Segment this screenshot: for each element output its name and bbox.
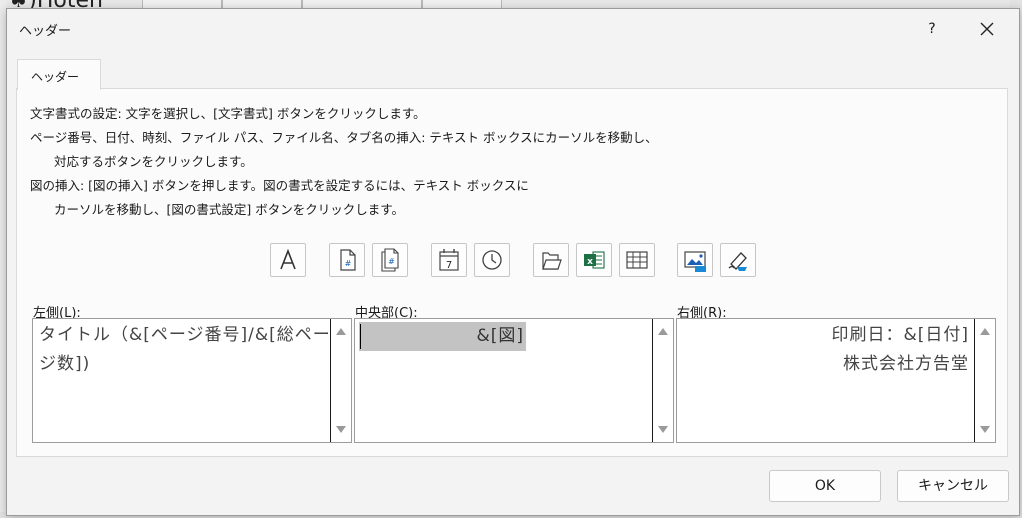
dialog-titlebar: ヘッダー ? xyxy=(7,9,1019,47)
right-section-line: 株式会社方告堂 xyxy=(843,354,969,374)
insert-file-path-button[interactable] xyxy=(533,243,569,277)
insert-page-number-icon: # xyxy=(340,249,356,271)
left-section-input[interactable]: タイトル（&[ページ番号]/&[総ペー ジ数]) xyxy=(32,318,352,443)
insert-file-name-icon: x xyxy=(584,251,605,269)
left-section-line: タイトル（&[ページ番号]/&[総ペー xyxy=(39,325,331,345)
insert-date-icon: 7 xyxy=(439,249,459,271)
instruction-line: ページ番号、日付、時刻、ファイル パス、ファイル名、タブ名の挿入: テキスト ボ… xyxy=(30,130,658,145)
format-text-icon xyxy=(280,248,296,270)
scroll-down-arrow-icon[interactable] xyxy=(980,426,990,433)
tab-header[interactable]: ヘッダー xyxy=(17,59,101,90)
right-section-line: 印刷日：&[日付] xyxy=(831,325,969,345)
svg-text:#: # xyxy=(345,259,352,268)
insert-time-icon xyxy=(482,250,502,270)
help-button[interactable]: ? xyxy=(922,19,942,39)
center-section-input[interactable]: &[図] xyxy=(354,318,674,443)
svg-text:#: # xyxy=(388,257,395,266)
scroll-up-arrow-icon[interactable] xyxy=(336,328,346,335)
text-cursor xyxy=(360,324,361,349)
left-section-text: タイトル（&[ページ番号]/&[総ペー ジ数]) xyxy=(39,321,331,379)
cancel-button[interactable]: キャンセル xyxy=(897,470,1009,502)
scroll-down-arrow-icon[interactable] xyxy=(658,426,668,433)
close-icon xyxy=(980,22,994,36)
selected-picture-field[interactable]: &[図] xyxy=(359,322,526,351)
header-panel: 文字書式の設定: 文字を選択し、[文字書式] ボタンをクリックします。 ページ番… xyxy=(16,88,1008,457)
svg-text:x: x xyxy=(587,257,593,267)
insert-picture-button[interactable] xyxy=(677,243,713,277)
right-section-scrollbar[interactable] xyxy=(974,319,995,442)
insert-file-path-icon xyxy=(542,252,562,270)
insert-sheet-name-button[interactable] xyxy=(619,243,655,277)
ok-button[interactable]: OK xyxy=(769,470,881,502)
scroll-down-arrow-icon[interactable] xyxy=(336,426,346,433)
format-text-button[interactable] xyxy=(270,243,306,277)
dialog-title: ヘッダー xyxy=(19,24,72,39)
instruction-line: カーソルを移動し、[図の書式設定] ボタンをクリックします。 xyxy=(54,202,404,217)
insert-page-number-button[interactable]: # xyxy=(329,243,365,277)
insert-number-of-pages-icon: # xyxy=(381,248,399,272)
center-section-scrollbar[interactable] xyxy=(652,319,673,442)
instruction-line: 文字書式の設定: 文字を選択し、[文字書式] ボタンをクリックします。 xyxy=(30,106,426,121)
format-picture-icon xyxy=(728,252,747,271)
tab-header-label: ヘッダー xyxy=(31,70,80,84)
left-section-scrollbar[interactable] xyxy=(330,319,351,442)
close-button[interactable] xyxy=(975,17,999,41)
insert-sheet-name-icon xyxy=(626,251,648,269)
instruction-line: 図の挿入: [図の挿入] ボタンを押します。図の書式を設定するには、テキスト ボ… xyxy=(30,178,529,193)
scroll-up-arrow-icon[interactable] xyxy=(980,328,990,335)
insert-date-button[interactable]: 7 xyxy=(431,243,467,277)
scroll-up-arrow-icon[interactable] xyxy=(658,328,668,335)
header-dialog: ヘッダー ? ヘッダー 文字書式の設定: 文字を選択し、[文字書式] ボタンをク… xyxy=(6,8,1020,516)
format-picture-button[interactable] xyxy=(720,243,756,277)
left-section-line: ジ数]) xyxy=(39,354,91,374)
right-section-input[interactable]: 印刷日：&[日付] 株式会社方告堂 xyxy=(676,318,996,443)
insert-time-button[interactable] xyxy=(474,243,510,277)
instruction-line: 対応するボタンをクリックします。 xyxy=(54,154,253,169)
center-section-text: &[図] xyxy=(476,326,524,346)
date-icon-number: 7 xyxy=(446,260,452,271)
insert-number-of-pages-button[interactable]: # xyxy=(372,243,408,277)
right-section-text: 印刷日：&[日付] 株式会社方告堂 xyxy=(831,321,969,379)
insert-picture-icon xyxy=(684,251,706,272)
insert-file-name-button[interactable]: x xyxy=(576,243,612,277)
